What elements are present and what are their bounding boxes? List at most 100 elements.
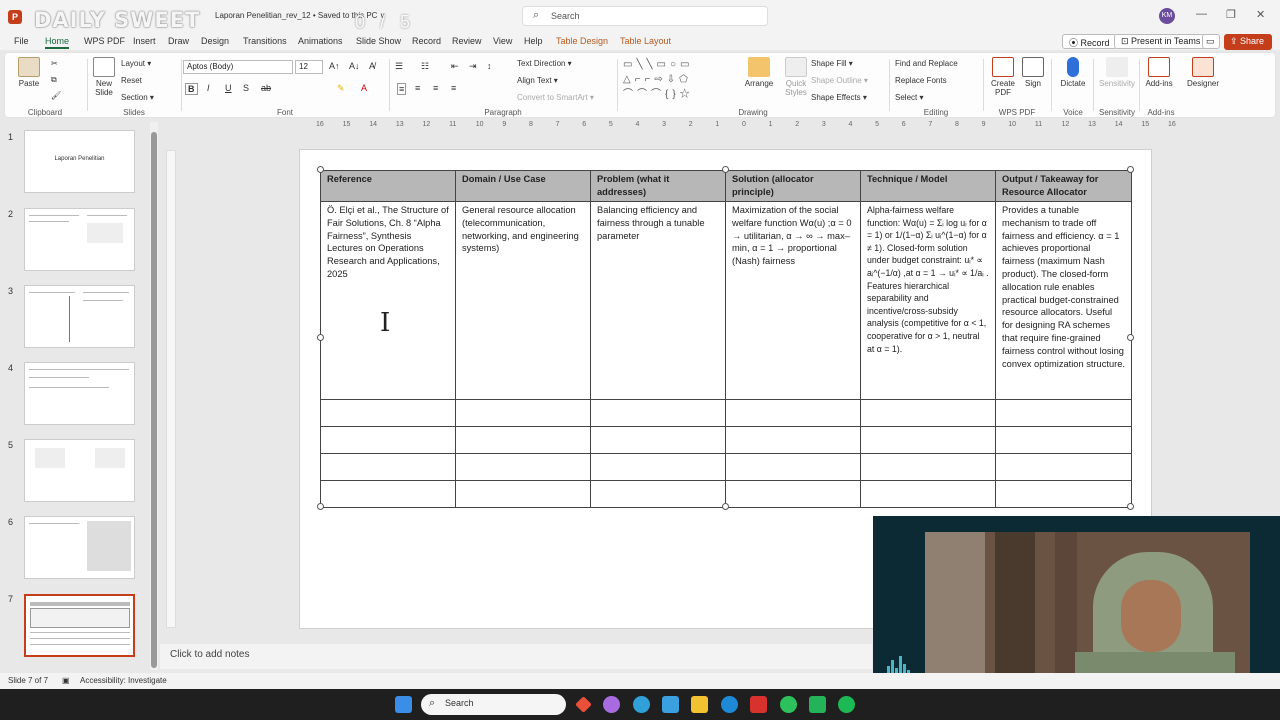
search-box[interactable]: ⌕ Search	[522, 6, 768, 26]
cell-output[interactable]: Provides a tunable mechanism to trade of…	[995, 201, 1132, 400]
font-family-select[interactable]: Aptos (Body)	[183, 60, 293, 74]
tab-review[interactable]: Review	[452, 36, 482, 46]
reset-button[interactable]: Reset	[121, 76, 142, 85]
grow-font-icon[interactable]: A↑	[329, 61, 340, 71]
wps-icon[interactable]	[750, 696, 767, 713]
create-pdf-button[interactable]: Create PDF	[987, 57, 1019, 97]
copilot-icon[interactable]	[603, 696, 620, 713]
bullets-icon[interactable]: ☰	[395, 61, 403, 72]
slide-thumbnail-4[interactable]	[24, 362, 135, 425]
header-problem[interactable]: Problem (what it addresses)	[590, 170, 726, 202]
justify-icon[interactable]: ≡	[451, 83, 456, 93]
tab-slide-show[interactable]: Slide Show	[356, 36, 401, 46]
shape-outline-button[interactable]: Shape Outline ▾	[811, 76, 868, 85]
taskbar-search[interactable]: ⌕ Search	[421, 694, 566, 715]
addins-button[interactable]: Add-ins	[1143, 57, 1175, 88]
decrease-indent-icon[interactable]: ⇤	[451, 61, 459, 72]
align-left-icon[interactable]: ≡	[397, 83, 407, 95]
spellcheck-icon[interactable]: ▣	[62, 676, 70, 685]
whatsapp-icon[interactable]	[780, 696, 797, 713]
slide-thumbnail-6[interactable]	[24, 516, 135, 579]
tab-view[interactable]: View	[493, 36, 512, 46]
sensitivity-button[interactable]: Sensitivity	[1097, 57, 1137, 88]
new-slide-button[interactable]: New Slide	[89, 57, 119, 97]
cell-technique[interactable]: Alpha-fairness welfare function: Wα(u) =…	[860, 201, 996, 400]
tab-wps-pdf[interactable]: WPS PDF	[84, 36, 125, 46]
copy-icon[interactable]: ⧉	[51, 75, 57, 85]
highlight-icon[interactable]: ✎	[337, 83, 345, 94]
present-in-teams-button[interactable]: ⊡ Present in Teams	[1114, 34, 1208, 49]
slide-thumbnail-7[interactable]	[24, 594, 135, 657]
slide-thumbnail-1[interactable]: Laporan Penelitian	[24, 130, 135, 193]
comments-icon[interactable]: ▭	[1202, 34, 1220, 49]
resize-handle[interactable]	[317, 334, 324, 341]
resize-handle[interactable]	[722, 166, 729, 173]
line-spacing-icon[interactable]: ↕	[487, 61, 492, 71]
align-text-button[interactable]: Align Text ▾	[517, 76, 558, 85]
browser-icon[interactable]	[721, 696, 738, 713]
tab-animations[interactable]: Animations	[298, 36, 343, 46]
tab-insert[interactable]: Insert	[133, 36, 156, 46]
resize-handle[interactable]	[1127, 166, 1134, 173]
thumbnail-scrollbar[interactable]	[150, 122, 158, 670]
dictate-button[interactable]: Dictate	[1055, 57, 1091, 88]
shadow-button[interactable]: ab	[261, 83, 271, 93]
cell-domain[interactable]: General resource allocation (telecommuni…	[455, 201, 591, 400]
select-button[interactable]: Select ▾	[895, 93, 923, 102]
tab-record[interactable]: Record	[412, 36, 441, 46]
restore-button[interactable]: ❐	[1226, 8, 1236, 21]
shrink-font-icon[interactable]: A↓	[349, 61, 360, 71]
cell-solution[interactable]: Maximization of the social welfare funct…	[725, 201, 861, 400]
shape-fill-button[interactable]: Shape Fill ▾	[811, 59, 853, 68]
replace-fonts-button[interactable]: Replace Fonts	[895, 76, 947, 85]
designer-button[interactable]: Designer	[1183, 57, 1223, 88]
increase-indent-icon[interactable]: ⇥	[469, 61, 477, 72]
resize-handle[interactable]	[1127, 334, 1134, 341]
paste-button[interactable]: Paste	[11, 57, 47, 88]
tab-home[interactable]: Home	[45, 36, 70, 49]
numbering-icon[interactable]: ☷	[421, 61, 429, 72]
arrange-button[interactable]: Arrange	[739, 57, 779, 88]
header-domain[interactable]: Domain / Use Case	[455, 170, 591, 202]
notes-pane[interactable]: Click to add notes	[160, 644, 872, 669]
tab-table-design[interactable]: Table Design	[556, 36, 608, 46]
start-icon[interactable]	[395, 696, 412, 713]
spotify-icon[interactable]	[838, 696, 855, 713]
sign-button[interactable]: Sign	[1019, 57, 1047, 88]
header-output[interactable]: Output / Takeaway for Resource Allocator	[995, 170, 1132, 202]
cell-problem[interactable]: Balancing efficiency and fairness throug…	[590, 201, 726, 400]
shape-effects-button[interactable]: Shape Effects ▾	[811, 93, 867, 102]
accessibility-status[interactable]: Accessibility: Investigate	[80, 676, 167, 685]
align-right-icon[interactable]: ≡	[433, 83, 438, 93]
slide-thumbnail-2[interactable]	[24, 208, 135, 271]
italic-button[interactable]: I	[207, 83, 210, 93]
tab-table-layout[interactable]: Table Layout	[620, 36, 671, 46]
find-replace-button[interactable]: Find and Replace	[895, 59, 958, 68]
quick-styles-button[interactable]: Quick Styles	[779, 57, 813, 97]
resize-handle[interactable]	[317, 166, 324, 173]
tab-draw[interactable]: Draw	[168, 36, 189, 46]
text-direction-button[interactable]: Text Direction ▾	[517, 59, 572, 68]
tab-file[interactable]: File	[14, 36, 29, 46]
bold-button[interactable]: B	[185, 83, 198, 95]
header-reference[interactable]: Reference	[320, 170, 456, 202]
avatar[interactable]: KM	[1159, 8, 1175, 24]
convert-smartart-button[interactable]: Convert to SmartArt ▾	[517, 93, 594, 102]
resize-handle[interactable]	[317, 503, 324, 510]
minimize-button[interactable]: —	[1196, 8, 1207, 20]
cell-reference[interactable]: Ö. Elçi et al., The Structure of Fair So…	[320, 201, 456, 400]
share-button[interactable]: ⇪ Share	[1224, 34, 1272, 50]
cut-icon[interactable]: ✂	[51, 59, 58, 68]
slide-thumbnail-3[interactable]	[24, 285, 135, 348]
resize-handle[interactable]	[1127, 503, 1134, 510]
record-button[interactable]: ⦿ Record	[1062, 34, 1117, 49]
header-solution[interactable]: Solution (allocator principle)	[725, 170, 861, 202]
font-color-icon[interactable]: A	[361, 83, 367, 93]
tab-help[interactable]: Help	[524, 36, 543, 46]
strike-button[interactable]: S	[243, 83, 249, 93]
align-center-icon[interactable]: ≡	[415, 83, 420, 93]
store-icon[interactable]	[662, 696, 679, 713]
font-size-select[interactable]: 12	[295, 60, 323, 74]
header-technique[interactable]: Technique / Model	[860, 170, 996, 202]
resize-handle[interactable]	[722, 503, 729, 510]
